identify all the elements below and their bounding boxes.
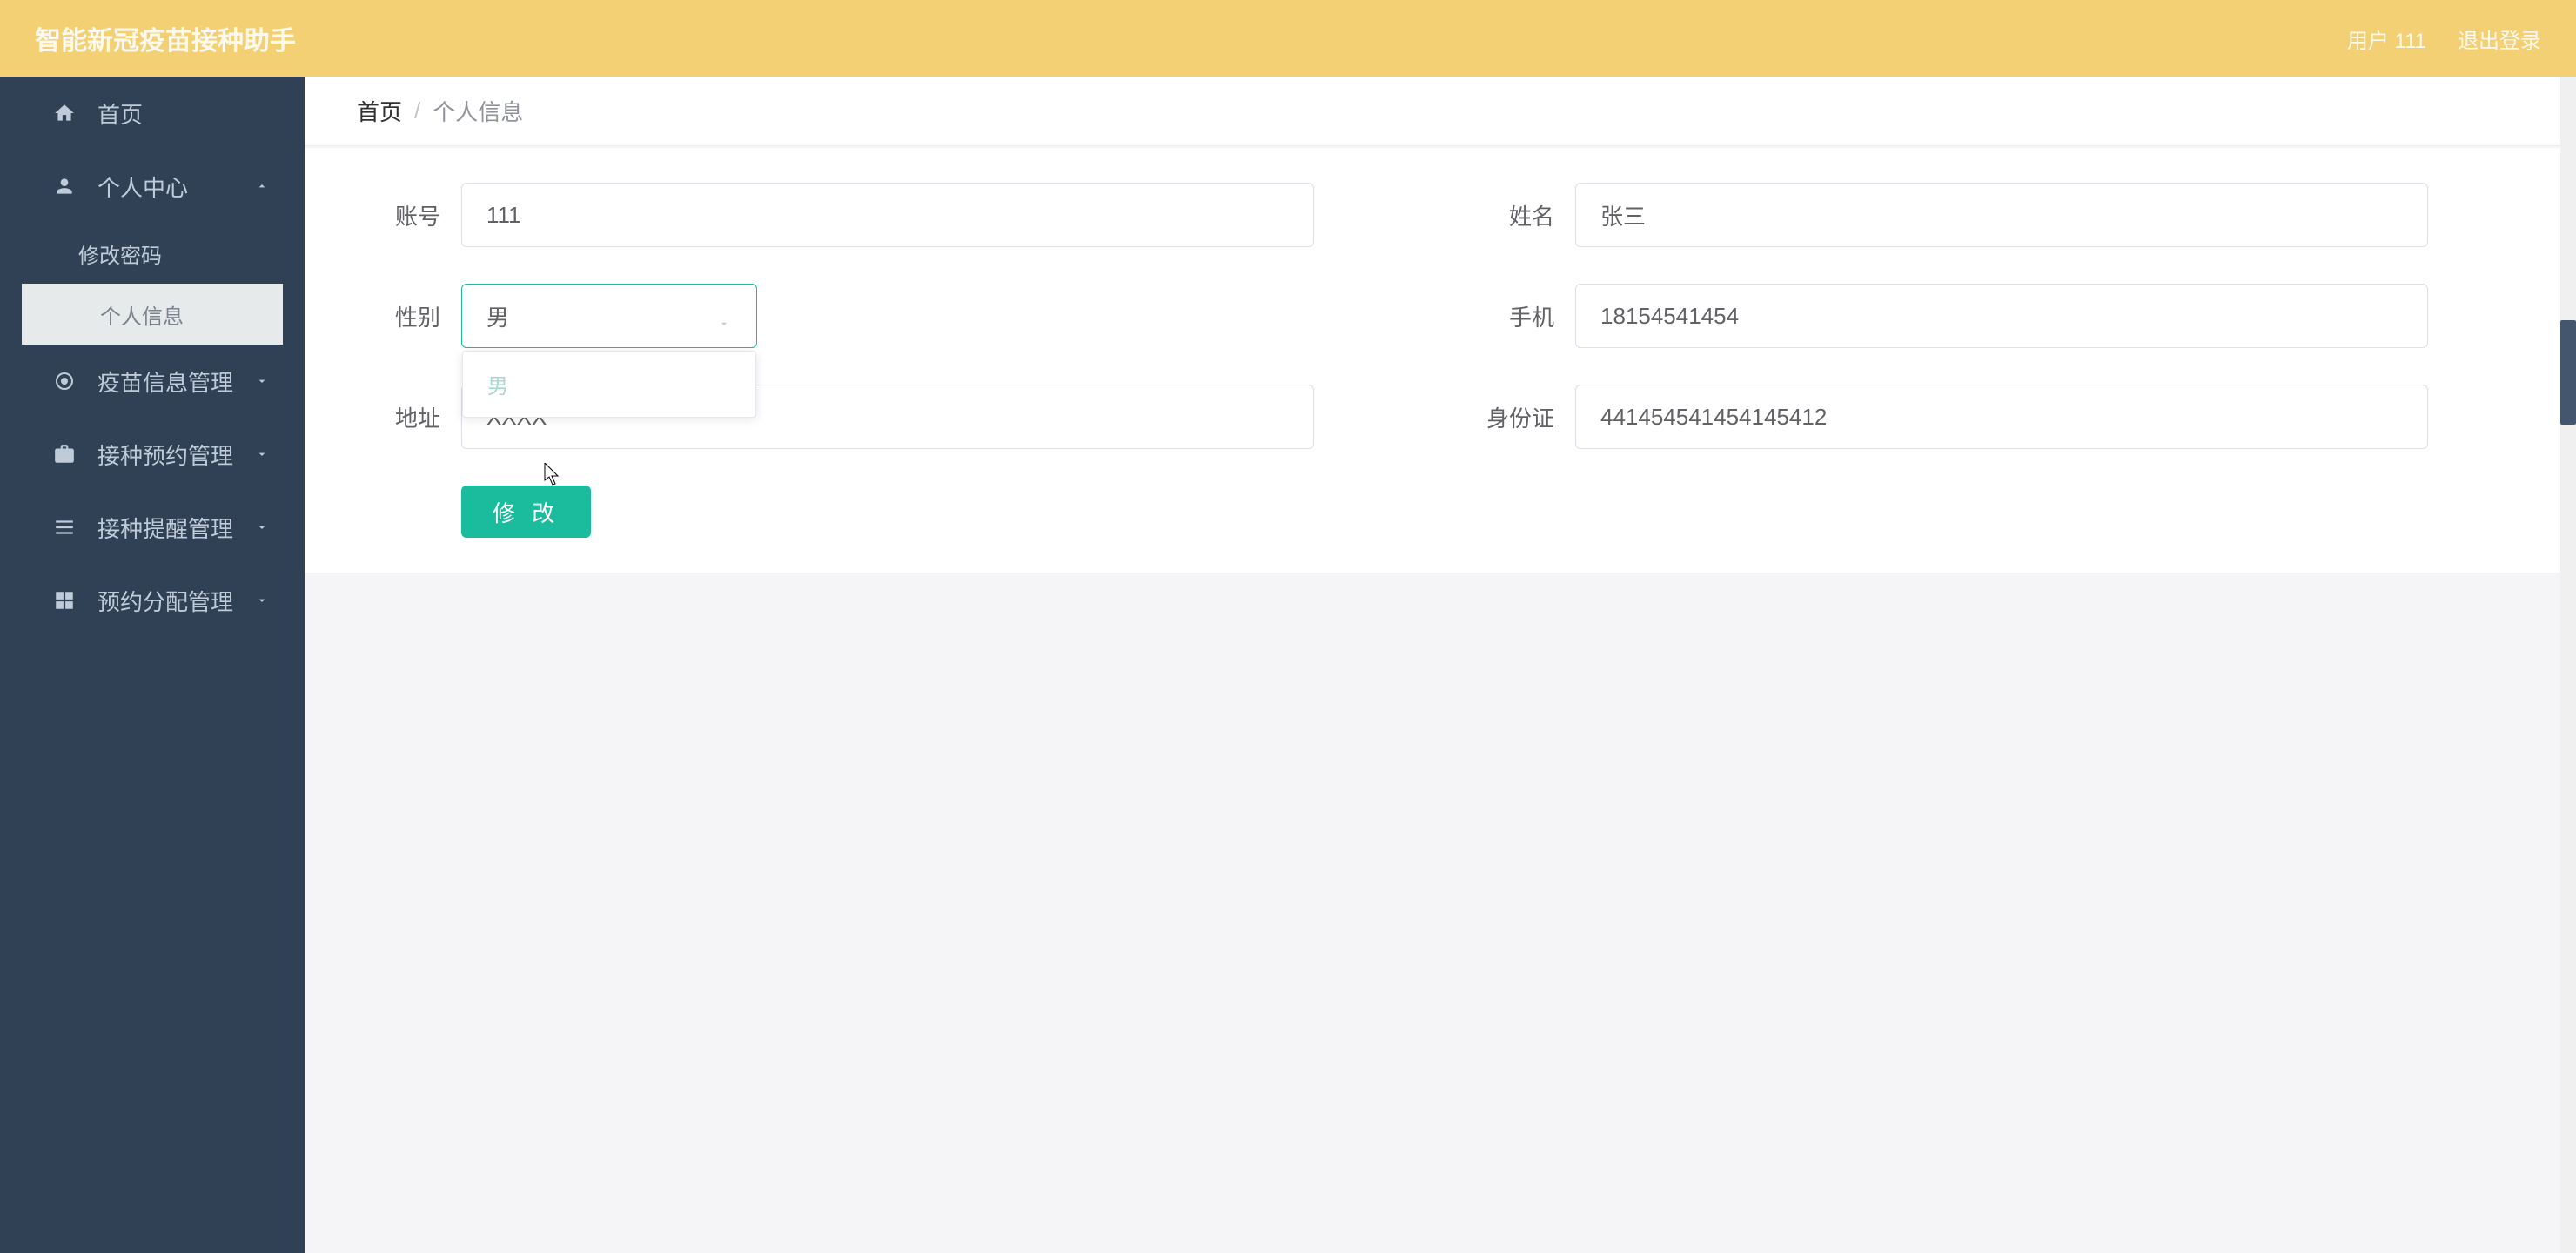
sidebar-item-reminder[interactable]: 接种提醒管理 [0,491,305,564]
account-label: 账号 [357,199,461,231]
modify-button[interactable]: 修 改 [461,486,591,538]
main-content: 首页 / 个人信息 账号 姓名 性别 男 [305,77,2576,1253]
breadcrumb-current: 个人信息 [433,95,523,127]
gender-dropdown: 男 [462,351,756,418]
app-header: 智能新冠疫苗接种助手 用户 111 退出登录 [0,0,2576,77]
scrollbar-track[interactable] [2560,77,2576,1253]
chevron-down-icon [254,373,270,389]
name-label: 姓名 [1471,199,1575,231]
sidebar-subitem-change-password[interactable]: 修改密码 [0,223,305,284]
grid-icon [52,588,77,613]
idcard-label: 身份证 [1471,401,1575,433]
breadcrumb: 首页 / 个人信息 [305,77,2576,146]
sidebar-item-label: 接种预约管理 [97,439,233,471]
sidebar-item-label: 接种提醒管理 [97,512,233,544]
chevron-down-icon [254,593,270,608]
chevron-down-icon [254,446,270,462]
sidebar-item-vaccine-info[interactable]: 疫苗信息管理 [0,345,305,418]
breadcrumb-home[interactable]: 首页 [357,95,402,127]
sidebar-item-home[interactable]: 首页 [0,77,305,150]
breadcrumb-separator: / [414,97,420,124]
app-title: 智能新冠疫苗接种助手 [35,19,296,57]
gender-select-value: 男 [486,300,509,332]
name-input[interactable] [1575,183,2428,247]
gender-option-male[interactable]: 男 [463,358,755,410]
phone-label: 手机 [1471,300,1575,332]
home-icon [52,101,77,125]
user-icon [52,174,77,198]
chevron-down-icon [718,309,732,323]
sidebar-item-appointment[interactable]: 接种预约管理 [0,418,305,491]
sidebar-item-label: 个人中心 [97,171,188,203]
briefcase-icon [52,442,77,466]
list-icon [52,515,77,539]
chevron-down-icon [254,519,270,535]
sidebar: 首页 个人中心 修改密码 个人信息 疫苗信息管理 接种预约管理 [0,77,305,1253]
chevron-down-icon [254,178,270,194]
user-label[interactable]: 用户 111 [2347,23,2426,54]
scrollbar-thumb[interactable] [2560,320,2576,425]
idcard-input[interactable] [1575,385,2428,449]
logout-button[interactable]: 退出登录 [2458,23,2541,54]
sidebar-item-label: 首页 [97,97,143,130]
personal-info-form: 账号 姓名 性别 男 男 [305,148,2576,573]
phone-input[interactable] [1575,284,2428,348]
sidebar-item-allocation[interactable]: 预约分配管理 [0,564,305,637]
sidebar-item-label: 疫苗信息管理 [97,365,233,398]
address-label: 地址 [357,401,461,433]
gender-label: 性别 [357,300,461,332]
sidebar-item-label: 个人信息 [100,299,184,330]
sidebar-item-personal-center[interactable]: 个人中心 [0,150,305,223]
info-icon [52,369,77,393]
sidebar-item-label: 修改密码 [78,238,162,269]
gender-select[interactable]: 男 男 [461,284,757,348]
sidebar-subitem-personal-info[interactable]: 个人信息 [22,284,283,345]
sidebar-item-label: 预约分配管理 [97,585,233,617]
account-input[interactable] [461,183,1314,247]
